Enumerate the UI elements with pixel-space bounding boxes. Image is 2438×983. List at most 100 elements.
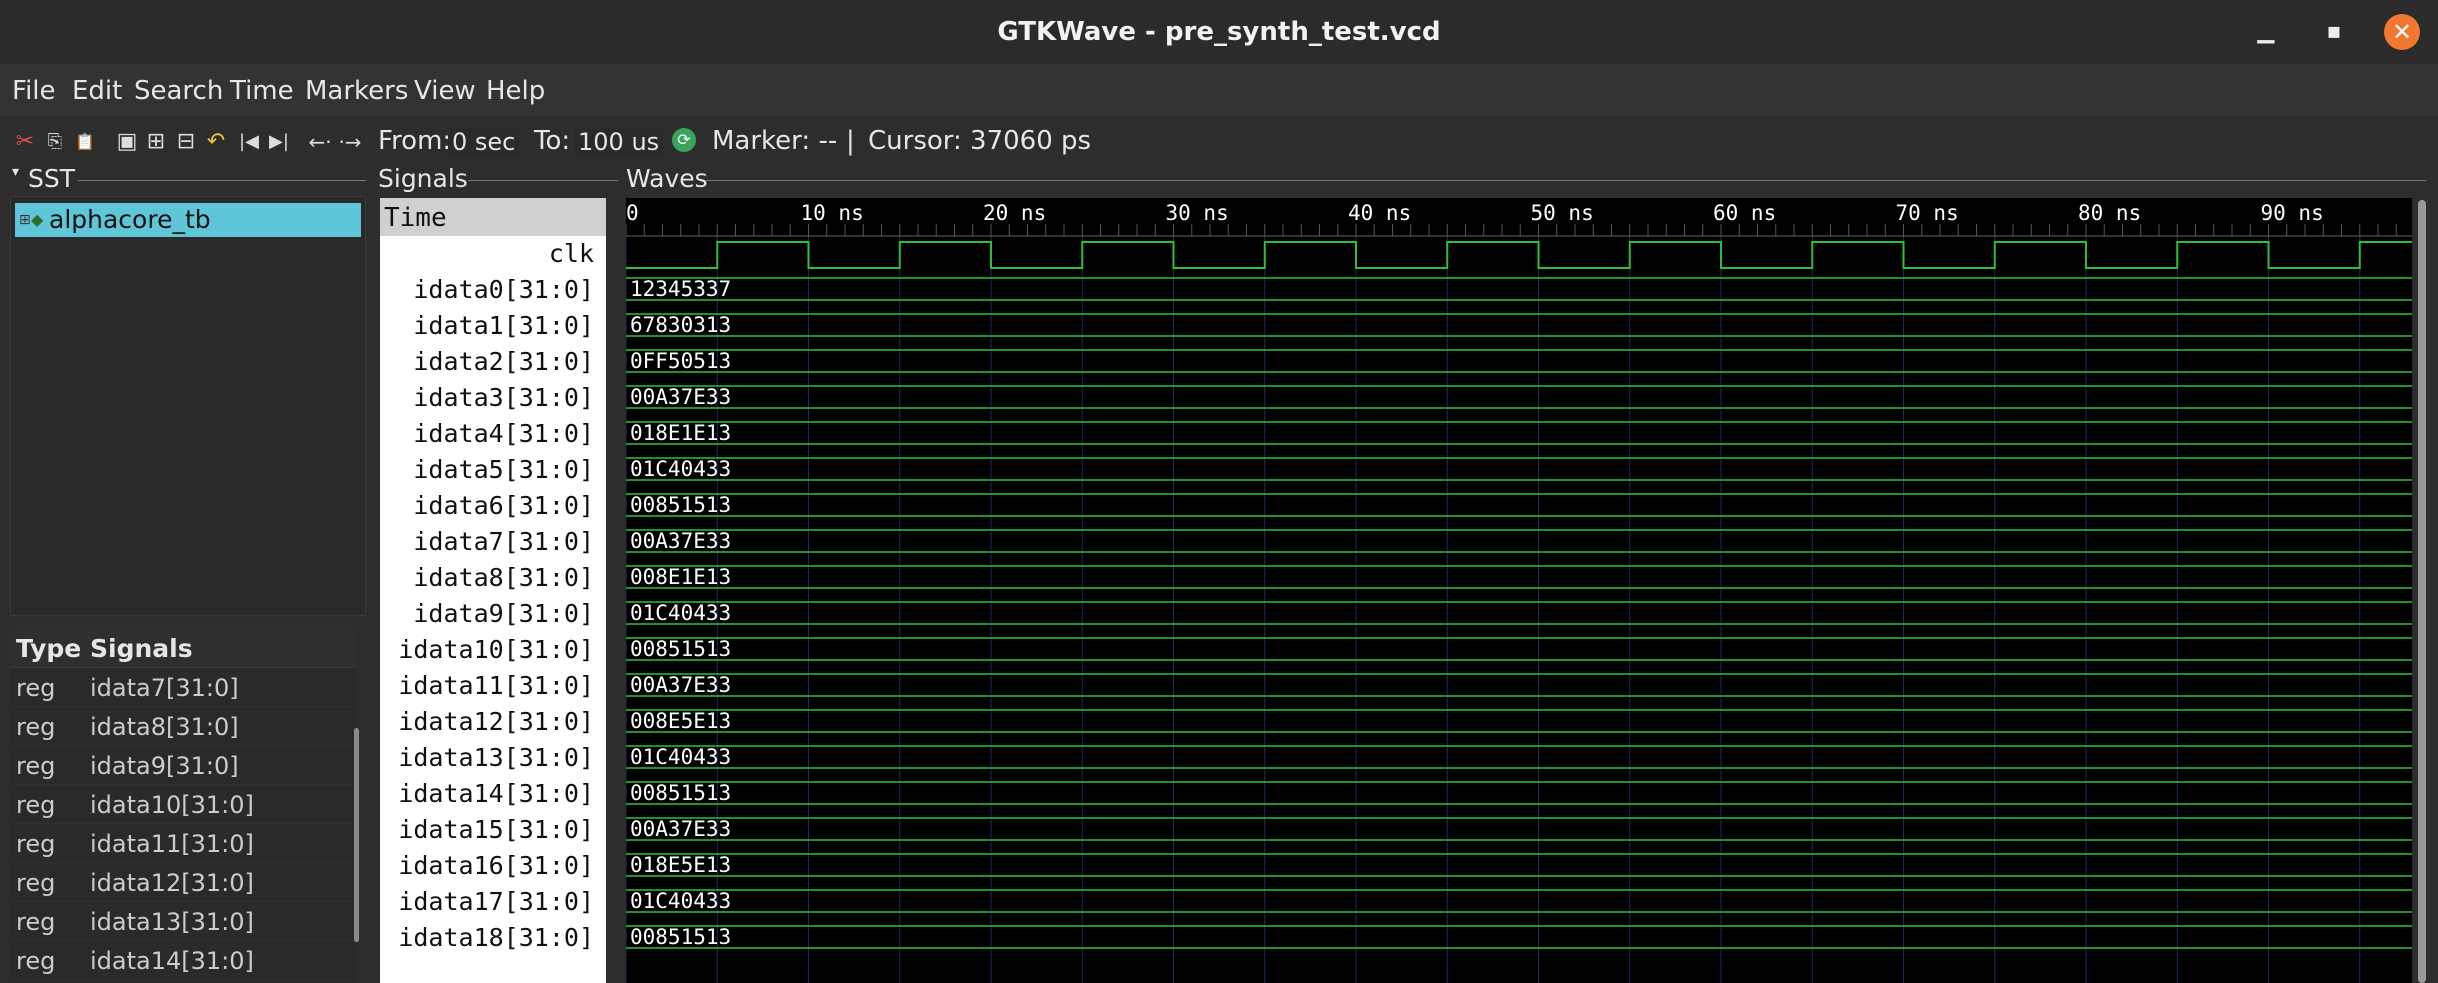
types-table-row[interactable]: reg idata12[31:0] <box>10 863 356 902</box>
signal-name[interactable]: idata16[31:0] <box>368 848 594 884</box>
signal-name[interactable]: idata13[31:0] <box>368 740 594 776</box>
menu-bar: File Edit Search Time Markers View Help <box>0 64 2438 116</box>
signal-name[interactable]: idata9[31:0] <box>368 596 594 632</box>
window-title: GTKWave - pre_synth_test.vcd <box>997 17 1441 47</box>
close-icon[interactable]: ✕ <box>2384 14 2420 50</box>
waveform-plot[interactable]: 0 10 ns 20 ns 30 ns 40 ns 50 ns 60 ns 70 ns 80 n… <box>626 198 2412 983</box>
signal-name[interactable]: idata0[31:0] <box>368 272 594 308</box>
signal-cell: idata14[31:0] <box>90 947 254 975</box>
signal-name[interactable]: idata7[31:0] <box>368 524 594 560</box>
signal-name[interactable]: idata18[31:0] <box>368 920 594 956</box>
signal-name[interactable]: idata3[31:0] <box>368 380 594 416</box>
waves-scrollbar-thumb[interactable] <box>2418 200 2426 983</box>
copy-icon[interactable]: ⎘ <box>44 128 66 156</box>
signal-name[interactable]: idata4[31:0] <box>368 416 594 452</box>
bus-value-label: 12345337 <box>630 277 731 301</box>
time-tick-label: 50 ns <box>1531 201 1594 225</box>
menu-search[interactable]: Search <box>134 76 223 106</box>
signal-name[interactable]: idata11[31:0] <box>368 668 594 704</box>
types-table-row[interactable]: reg idata7[31:0] <box>10 668 356 707</box>
signals-type-table: Type Signals reg idata7[31:0] reg idata8[31… <box>10 626 356 983</box>
tree-item-alphacore-tb[interactable]: ⊞ ◆ alphacore_tb <box>15 203 361 237</box>
type-cell: reg <box>16 791 56 819</box>
signal-name[interactable]: clk <box>368 236 594 272</box>
signal-cell: idata9[31:0] <box>90 752 239 780</box>
signal-cell: idata13[31:0] <box>90 908 254 936</box>
paste-icon[interactable]: 📋 <box>74 128 96 156</box>
bus-value-label: 00A37E33 <box>630 385 731 409</box>
marker-readout: Marker: -- <box>712 126 838 156</box>
bus-value-label: 00851513 <box>630 925 731 949</box>
types-scrollbar[interactable] <box>354 728 359 942</box>
zoom-out-icon[interactable]: ⊟ <box>175 128 197 156</box>
bus-value-label: 018E1E13 <box>630 421 731 445</box>
sst-label[interactable]: SST <box>28 164 75 193</box>
signal-name[interactable]: idata14[31:0] <box>368 776 594 812</box>
signal-name[interactable]: idata8[31:0] <box>368 560 594 596</box>
waves-canvas[interactable]: 0 10 ns 20 ns 30 ns 40 ns 50 ns 60 ns 70 ns 80 n… <box>626 198 2412 983</box>
bus-value-label: 00A37E33 <box>630 529 731 553</box>
signal-name[interactable]: idata2[31:0] <box>368 344 594 380</box>
time-tick-label: 30 ns <box>1166 201 1229 225</box>
menu-help[interactable]: Help <box>486 76 545 106</box>
menu-file[interactable]: File <box>12 76 56 106</box>
time-tick-label: 40 ns <box>1348 201 1411 225</box>
signal-name[interactable]: idata17[31:0] <box>368 884 594 920</box>
clk-waveform <box>626 241 2412 269</box>
cursor-readout: Cursor: 37060 ps <box>868 126 1092 156</box>
separator: | <box>846 126 855 156</box>
time-header: Time <box>380 198 606 236</box>
zoom-in-icon[interactable]: ⊞ <box>145 128 167 156</box>
to-input[interactable]: 100 us <box>574 128 664 156</box>
time-tick-label: 70 ns <box>1896 201 1959 225</box>
last-icon[interactable]: ▶| <box>264 128 294 156</box>
prev-edge-icon[interactable]: ←· <box>306 128 334 156</box>
menu-edit[interactable]: Edit <box>72 76 122 106</box>
time-tick-label: 60 ns <box>1713 201 1776 225</box>
cut-icon[interactable]: ✂ <box>14 128 36 156</box>
sst-tree: ⊞ ◆ alphacore_tb <box>10 196 366 616</box>
menu-view[interactable]: View <box>414 76 476 106</box>
zoom-fit-icon[interactable]: ▣ <box>116 128 138 156</box>
title-bar: GTKWave - pre_synth_test.vcd ▁ ▪ ✕ <box>0 0 2438 64</box>
reload-icon[interactable]: ⟳ <box>672 128 696 152</box>
signal-cell: idata10[31:0] <box>90 791 254 819</box>
toolbar: ✂ ⎘ 📋 ▣ ⊞ ⊟ ↶ |◀ ▶| ←· ·→ From: 0 sec To… <box>0 116 2438 172</box>
signal-cell: idata11[31:0] <box>90 830 254 858</box>
types-table-row[interactable]: reg idata13[31:0] <box>10 902 356 941</box>
types-table-row[interactable]: reg idata8[31:0] <box>10 707 356 746</box>
next-edge-icon[interactable]: ·→ <box>336 128 364 156</box>
signal-name[interactable]: idata6[31:0] <box>368 488 594 524</box>
signal-name[interactable]: idata12[31:0] <box>368 704 594 740</box>
menu-markers[interactable]: Markers <box>305 76 408 106</box>
type-cell: reg <box>16 869 56 897</box>
waves-scrollbar[interactable] <box>2418 200 2426 983</box>
column-header-signals[interactable]: Signals <box>90 634 193 663</box>
menu-time[interactable]: Time <box>230 76 294 106</box>
time-tick-label: 80 ns <box>2078 201 2141 225</box>
maximize-icon[interactable]: ▪ <box>2316 14 2352 50</box>
types-table-row[interactable]: reg idata14[31:0] <box>10 941 356 980</box>
signals-label: Signals <box>378 164 468 193</box>
bus-value-label: 00A37E33 <box>630 673 731 697</box>
signal-name[interactable]: idata5[31:0] <box>368 452 594 488</box>
signal-name[interactable]: idata15[31:0] <box>368 812 594 848</box>
column-header-type[interactable]: Type <box>16 634 81 663</box>
type-cell: reg <box>16 830 56 858</box>
tree-expander-icon[interactable]: ⊞ <box>19 203 31 237</box>
bus-value-label: 01C40433 <box>630 457 731 481</box>
signal-name[interactable]: idata10[31:0] <box>368 632 594 668</box>
minimize-icon[interactable]: ▁ <box>2248 14 2284 50</box>
from-input[interactable]: 0 sec <box>448 128 520 156</box>
to-label: To: <box>534 126 571 156</box>
from-label: From: <box>378 126 452 156</box>
types-table-row[interactable]: reg idata10[31:0] <box>10 785 356 824</box>
sst-collapse-icon[interactable]: ▾ <box>12 164 19 180</box>
first-icon[interactable]: |◀ <box>234 128 264 156</box>
types-table-row[interactable]: reg idata11[31:0] <box>10 824 356 863</box>
bus-value-label: 00851513 <box>630 781 731 805</box>
signal-name[interactable]: idata1[31:0] <box>368 308 594 344</box>
time-tick-label: 10 ns <box>801 201 864 225</box>
types-table-row[interactable]: reg idata9[31:0] <box>10 746 356 785</box>
undo-icon[interactable]: ↶ <box>205 128 227 156</box>
